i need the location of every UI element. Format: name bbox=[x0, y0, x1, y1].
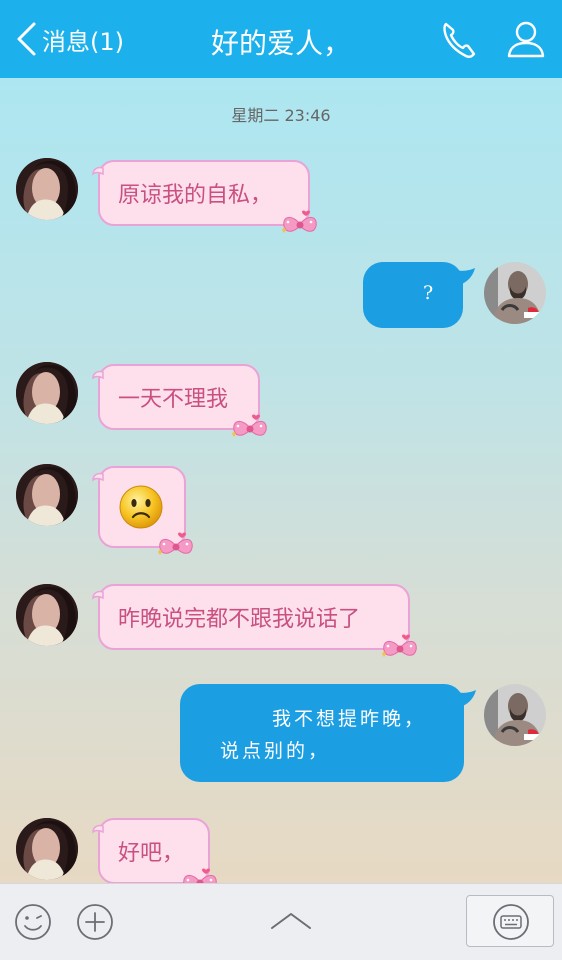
emoji-icon[interactable] bbox=[14, 903, 52, 941]
bubble-tail bbox=[91, 370, 105, 384]
chat-header: 消息(1) 好的爱人， bbox=[0, 0, 562, 78]
girl-avatar-image bbox=[16, 464, 78, 526]
incoming-message-bubble[interactable]: 昨晚说完都不跟我说话了 bbox=[98, 584, 410, 650]
contact-avatar[interactable] bbox=[16, 818, 78, 880]
message-text: 昨晚说完都不跟我说话了 bbox=[118, 607, 361, 632]
keyboard-icon bbox=[493, 904, 529, 940]
message-text: 好吧， bbox=[118, 841, 185, 866]
girl-avatar-image bbox=[16, 362, 78, 424]
girl-avatar-image bbox=[16, 584, 78, 646]
pink-bow-icon bbox=[378, 632, 422, 662]
keyboard-toggle-button[interactable] bbox=[466, 895, 554, 947]
incoming-message-bubble[interactable] bbox=[98, 466, 186, 548]
chevron-up-icon[interactable] bbox=[270, 911, 312, 931]
user-avatar[interactable] bbox=[484, 684, 546, 746]
incoming-message-bubble[interactable]: 一天不理我 bbox=[98, 364, 260, 430]
man-avatar-image bbox=[484, 262, 546, 324]
user-avatar[interactable] bbox=[484, 262, 546, 324]
message-list[interactable]: 星期二 23:46 原谅我的自私， ? 一天不理我 昨晚说完都不跟我说话了 我不… bbox=[0, 78, 562, 883]
bubble-tail bbox=[455, 268, 475, 288]
bubble-tail bbox=[91, 590, 105, 604]
pink-bow-icon bbox=[178, 866, 222, 883]
contact-avatar[interactable] bbox=[16, 584, 78, 646]
bubble-tail bbox=[456, 690, 476, 710]
bubble-tail bbox=[91, 824, 105, 838]
plus-icon[interactable] bbox=[76, 903, 114, 941]
back-chevron-icon bbox=[17, 22, 36, 56]
back-button[interactable]: 消息(1) bbox=[14, 18, 124, 60]
bubble-tail bbox=[91, 166, 105, 180]
message-text: ? bbox=[423, 282, 437, 304]
contact-avatar[interactable] bbox=[16, 464, 78, 526]
message-text-line-2: 说点别的， bbox=[220, 740, 331, 762]
message-text-line-1: 我不想提昨晚， bbox=[272, 708, 427, 730]
pink-bow-icon bbox=[154, 530, 198, 560]
outgoing-message-bubble[interactable]: 我不想提昨晚， 说点别的， bbox=[180, 684, 464, 782]
message-timestamp: 星期二 23:46 bbox=[231, 106, 331, 125]
message-text: 一天不理我 bbox=[118, 387, 229, 412]
incoming-message-bubble[interactable]: 原谅我的自私， bbox=[98, 160, 310, 226]
pink-bow-icon bbox=[228, 412, 272, 442]
phone-icon[interactable] bbox=[438, 18, 478, 60]
girl-avatar-image bbox=[16, 818, 78, 880]
girl-avatar-image bbox=[16, 158, 78, 220]
contact-avatar[interactable] bbox=[16, 362, 78, 424]
man-avatar-image bbox=[484, 684, 546, 746]
message-text: 原谅我的自私， bbox=[118, 183, 273, 208]
back-label: 消息(1) bbox=[42, 27, 124, 56]
input-toolbar bbox=[0, 883, 562, 960]
bubble-tail bbox=[91, 472, 105, 486]
incoming-message-bubble[interactable]: 好吧， bbox=[98, 818, 210, 883]
contact-avatar[interactable] bbox=[16, 158, 78, 220]
outgoing-message-bubble[interactable]: ? bbox=[363, 262, 463, 328]
pink-bow-icon bbox=[278, 208, 322, 238]
chat-title: 好的爱人， bbox=[210, 27, 351, 60]
contact-profile-icon[interactable] bbox=[506, 18, 546, 60]
sad-face-emoji-icon bbox=[119, 485, 163, 529]
